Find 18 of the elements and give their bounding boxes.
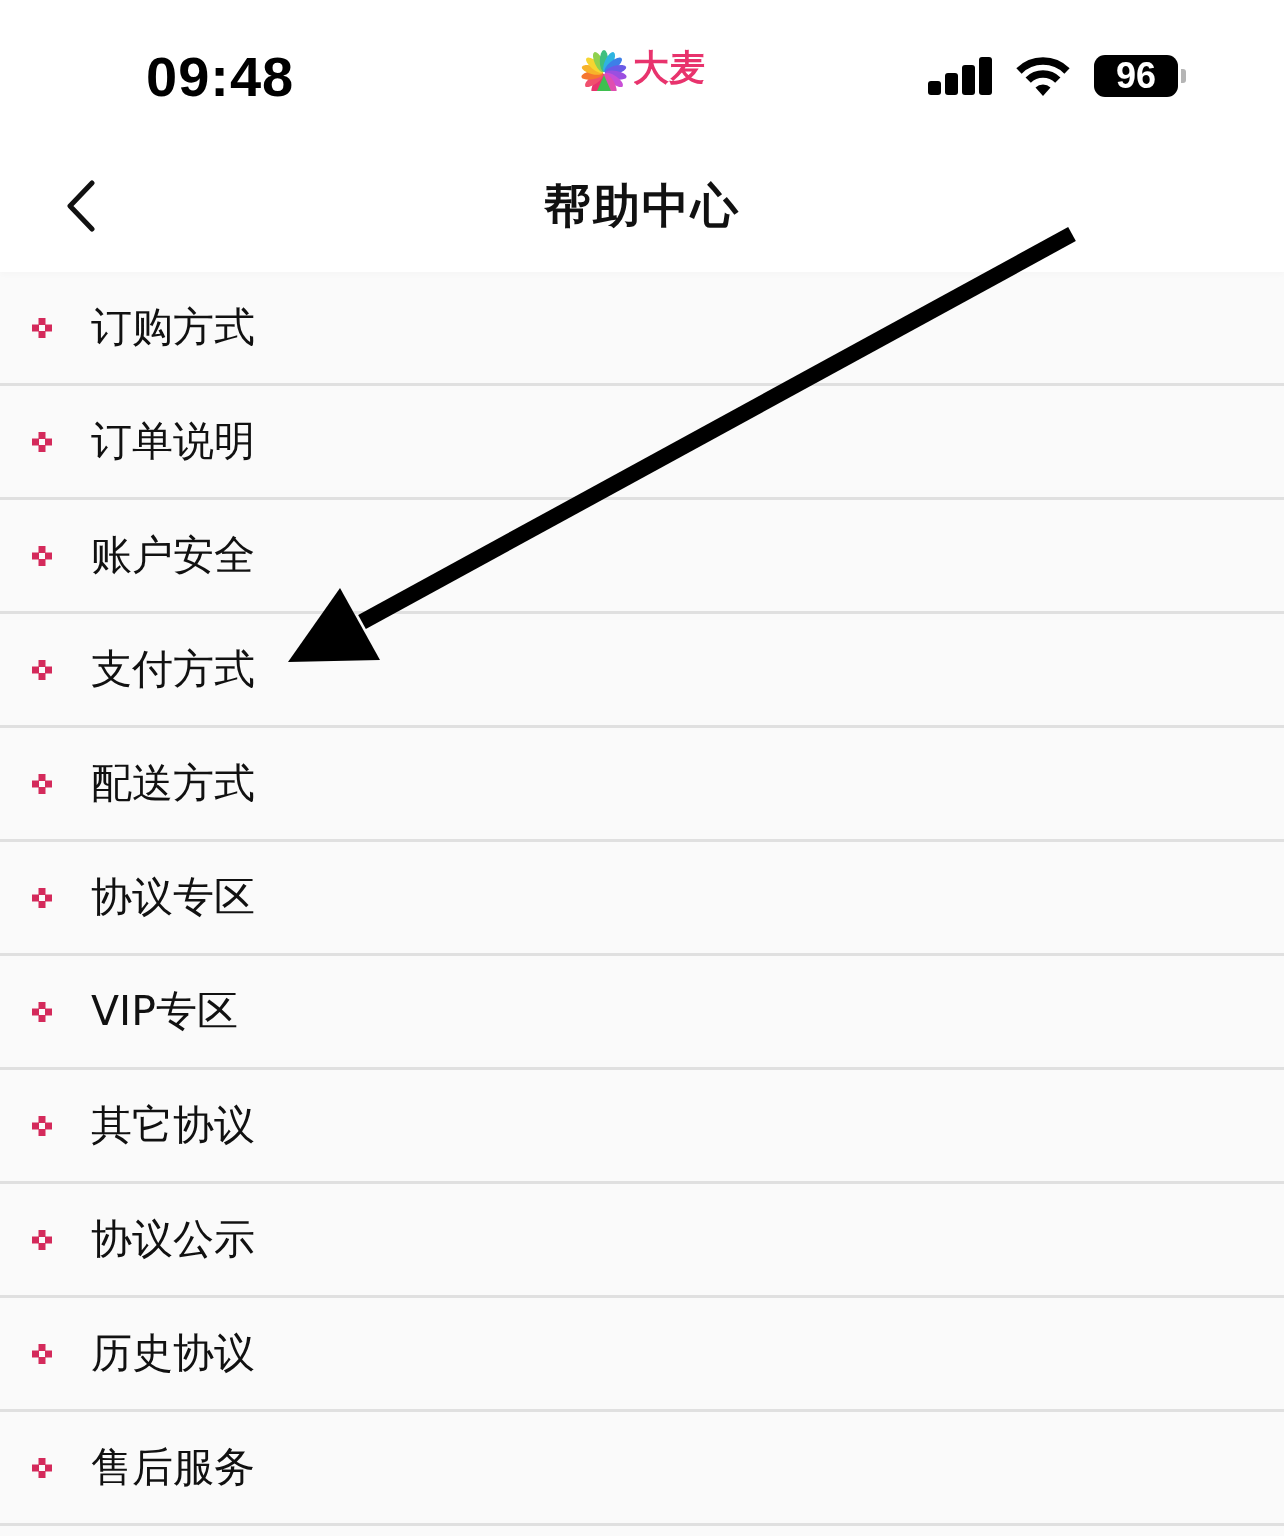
chevron-left-icon <box>66 180 96 232</box>
diamond-bullet-icon <box>32 545 52 566</box>
diamond-bullet-icon <box>32 1457 52 1478</box>
diamond-bullet-icon <box>32 887 52 908</box>
diamond-bullet-icon <box>32 317 52 338</box>
signal-icon <box>928 57 992 95</box>
page-title: 帮助中心 <box>544 176 740 235</box>
diamond-bullet-icon <box>32 1001 52 1022</box>
app-label: 大麦 <box>633 45 705 90</box>
wifi-icon <box>1014 56 1072 96</box>
diamond-bullet-icon <box>32 1115 52 1136</box>
status-time: 09:48 <box>146 44 295 108</box>
diamond-bullet-icon <box>32 431 52 452</box>
battery-indicator: 96 <box>1094 55 1186 97</box>
diamond-bullet-icon <box>32 1229 52 1250</box>
diamond-bullet-icon <box>32 773 52 794</box>
diamond-bullet-icon <box>32 659 52 680</box>
diamond-bullet-icon <box>32 1343 52 1364</box>
